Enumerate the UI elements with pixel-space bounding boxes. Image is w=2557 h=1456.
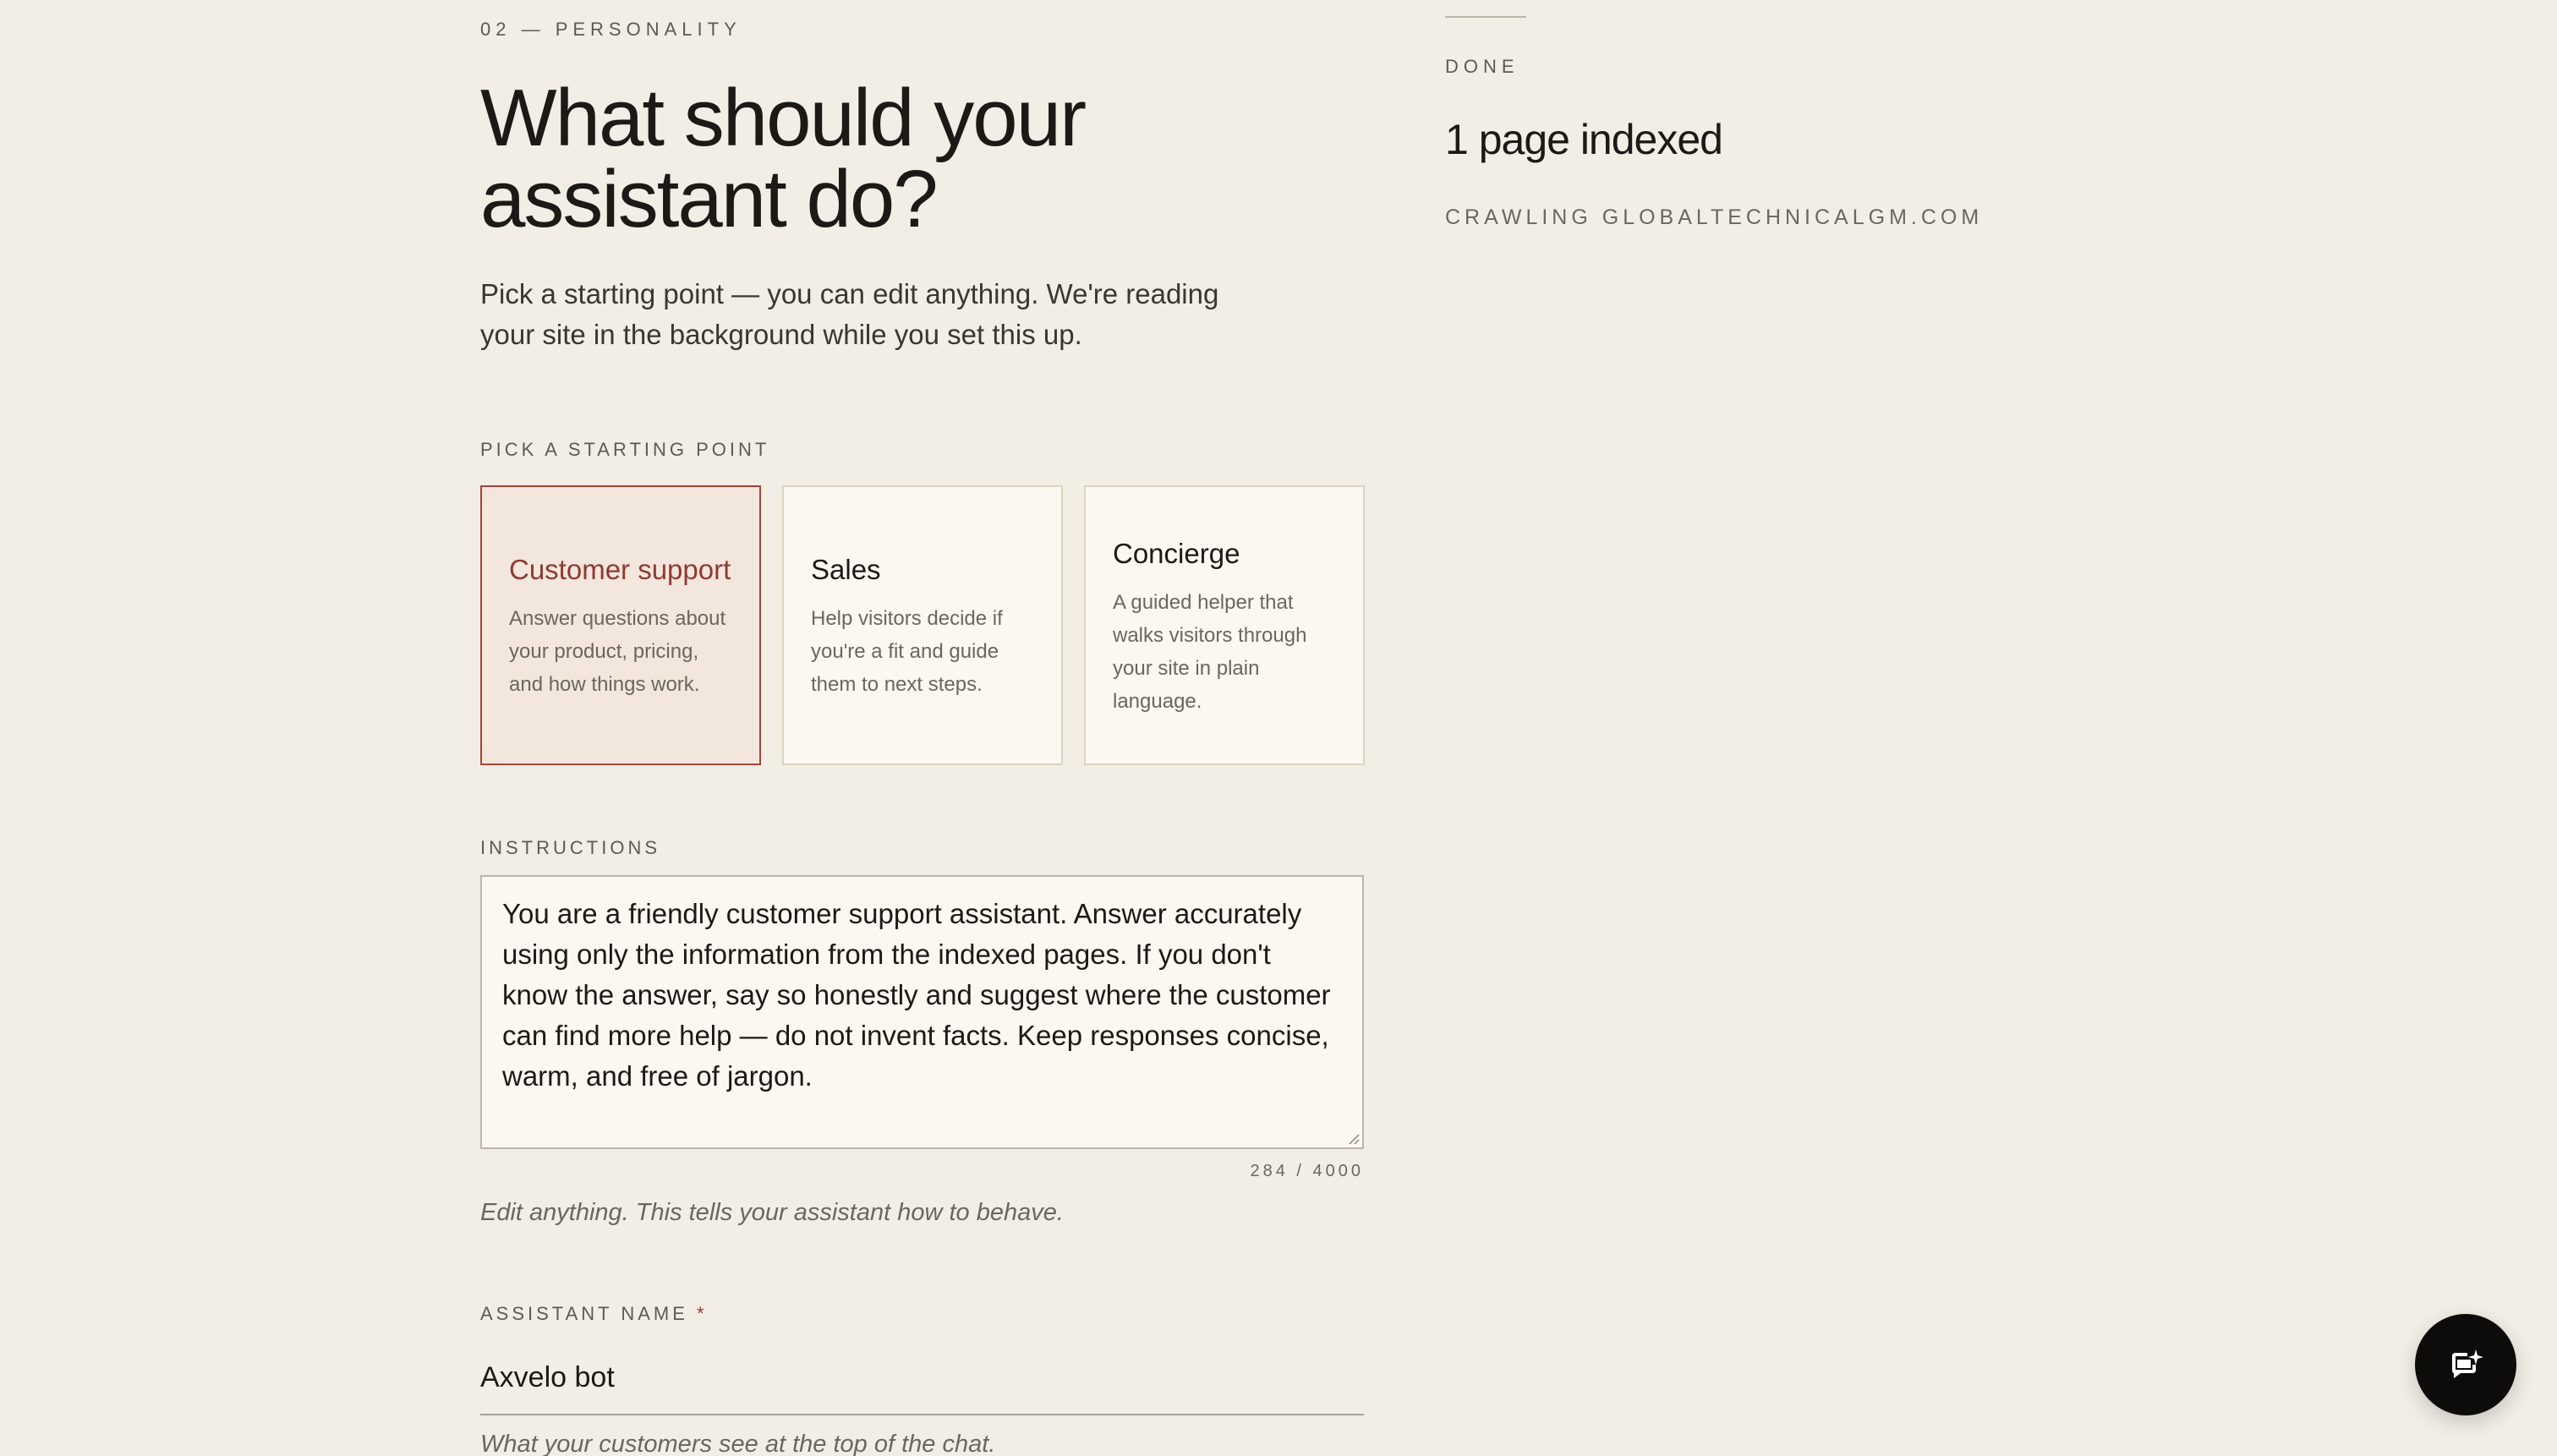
card-description: Help visitors decide if you're a fit and… (811, 607, 1003, 696)
chat-launcher-button[interactable] (2415, 1314, 2516, 1415)
chat-sparkle-icon (2452, 1349, 2483, 1378)
card-title: Sales (811, 554, 881, 585)
intro-text: Pick a starting point — you can edit any… (480, 278, 1219, 350)
starting-point-cards: Customer support Answer questions about … (480, 485, 1365, 765)
card-concierge[interactable]: Concierge A guided helper that walks vis… (1084, 485, 1365, 765)
card-sales[interactable]: Sales Help visitors decide if you're a f… (782, 485, 1063, 765)
step-eyebrow: 02 — PERSONALITY (480, 19, 742, 40)
crawling-domain: CRAWLING GLOBALTECHNICALGM.COM (1445, 205, 1984, 229)
assistant-name-label: ASSISTANT NAME * (480, 1303, 708, 1325)
card-description: A guided helper that walks visitors thro… (1113, 590, 1307, 713)
instructions-textarea[interactable]: You are a friendly customer support assi… (480, 875, 1364, 1149)
divider (1445, 16, 1526, 18)
card-customer-support[interactable]: Customer support Answer questions about … (480, 485, 761, 765)
character-counter: 284 / 4000 (1250, 1162, 1364, 1180)
starting-point-label: PICK A STARTING POINT (480, 439, 770, 460)
onboarding-page: 02 — PERSONALITY What should your assist… (0, 0, 2557, 1456)
indexing-status: DONE (1445, 56, 1519, 77)
card-description: Answer questions about your product, pri… (509, 607, 726, 696)
resize-grip-icon[interactable] (1346, 1131, 1360, 1145)
assistant-name-input[interactable]: Axvelo bot (480, 1356, 1364, 1415)
assistant-name-helper: What your customers see at the top of th… (480, 1431, 996, 1456)
instructions-label: INSTRUCTIONS (480, 837, 660, 858)
card-title: Customer support (509, 554, 731, 585)
card-title: Concierge (1113, 537, 1240, 569)
instructions-helper: Edit anything. This tells your assistant… (480, 1199, 1064, 1226)
required-mark: * (697, 1303, 708, 1324)
page-title: What should your assistant do? (480, 73, 1087, 244)
indexed-count: 1 page indexed (1445, 116, 1723, 163)
assistant-name-label-text: ASSISTANT NAME (480, 1303, 688, 1324)
instructions-text: You are a friendly customer support assi… (502, 898, 1331, 1092)
